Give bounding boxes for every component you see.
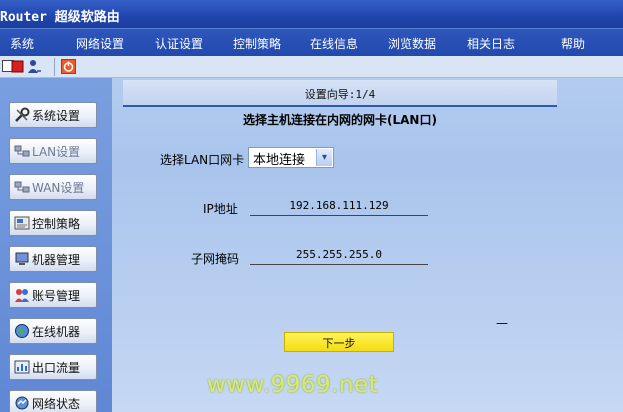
menu-item-system[interactable]: 系统 [10, 35, 34, 52]
sidebar-item-label: 控制策略 [32, 216, 81, 231]
sidebar-item-account-management[interactable]: 账号管理 [9, 282, 97, 308]
menu-item-browse-data[interactable]: 浏览数据 [388, 35, 436, 52]
sidebar-item-label: 机器管理 [32, 252, 81, 267]
traffic-icon [14, 360, 30, 374]
sidebar-item-label: 账号管理 [32, 288, 81, 303]
lan-nic-select[interactable]: 本地连接 ▾ [248, 147, 334, 168]
subnet-mask-value: 255.255.255.0 [250, 247, 428, 265]
wizard-step-header: 设置向导:1/4 [123, 80, 557, 107]
stop-icon[interactable] [10, 59, 25, 74]
sidebar-item-label: 出口流量 [32, 360, 81, 375]
lan-nic-select-value: 本地连接 [253, 153, 306, 168]
network-icon [14, 145, 30, 157]
sidebar: 系统设置 LAN设置 WAN设置 控制策略 机器管理 账号管理 在线机器 出口流… [0, 78, 112, 412]
sidebar-item-network-status[interactable]: 网络状态 [9, 390, 97, 412]
ip-address-value: 192.168.111.129 [250, 198, 428, 216]
toolbar [0, 56, 623, 78]
sidebar-item-label: 系统设置 [32, 108, 81, 123]
user-icon[interactable] [26, 59, 41, 74]
menu-item-logs[interactable]: 相关日志 [467, 35, 515, 52]
sidebar-item-online-machines[interactable]: 在线机器 [9, 318, 97, 344]
toolbar-separator [54, 58, 55, 76]
network-icon [14, 181, 30, 193]
sidebar-item-wan-settings[interactable]: WAN设置 [9, 174, 97, 200]
ip-address-label: IP地址 [203, 202, 238, 216]
wizard-title: 选择主机连接在内网的网卡(LAN口) [243, 113, 437, 127]
title-text: Router 超级软路由 [0, 10, 120, 25]
subnet-mask-label: 子网掩码 [191, 252, 240, 266]
lan-nic-label: 选择LAN口网卡 [160, 153, 245, 167]
wizard-step-text: 设置向导:1/4 [304, 88, 376, 101]
menu-item-network-settings[interactable]: 网络设置 [76, 35, 124, 52]
menu-bar: 系统 网络设置 认证设置 控制策略 在线信息 浏览数据 相关日志 帮助 [0, 28, 623, 56]
next-step-button[interactable]: 下一步 [284, 332, 394, 352]
sidebar-item-machine-management[interactable]: 机器管理 [9, 246, 97, 272]
menu-item-help[interactable]: 帮助 [561, 35, 585, 52]
sidebar-item-label: WAN设置 [32, 180, 85, 195]
menu-item-control-policy[interactable]: 控制策略 [233, 35, 281, 52]
sidebar-item-lan-settings[interactable]: LAN设置 [9, 138, 97, 164]
power-icon[interactable] [61, 59, 76, 74]
title-bar: Router 超级软路由 [0, 0, 623, 28]
menu-item-online-info[interactable]: 在线信息 [310, 35, 358, 52]
users-icon [15, 289, 29, 302]
sidebar-item-label: LAN设置 [32, 144, 81, 159]
sidebar-item-control-policy[interactable]: 控制策略 [9, 210, 97, 236]
policy-icon [14, 216, 30, 230]
watermark: www.9969.net [207, 372, 379, 398]
menu-item-auth-settings[interactable]: 认证设置 [155, 35, 203, 52]
dash-mark: — [496, 316, 508, 330]
sidebar-item-egress-traffic[interactable]: 出口流量 [9, 354, 97, 380]
sidebar-item-system-settings[interactable]: 系统设置 [9, 102, 97, 128]
chevron-down-icon[interactable]: ▾ [316, 149, 332, 166]
wrench-icon [15, 107, 30, 122]
sidebar-item-label: 在线机器 [32, 324, 81, 339]
status-icon [15, 396, 29, 410]
sidebar-item-label: 网络状态 [32, 396, 81, 411]
globe-icon [15, 324, 29, 338]
computer-icon [15, 252, 29, 265]
